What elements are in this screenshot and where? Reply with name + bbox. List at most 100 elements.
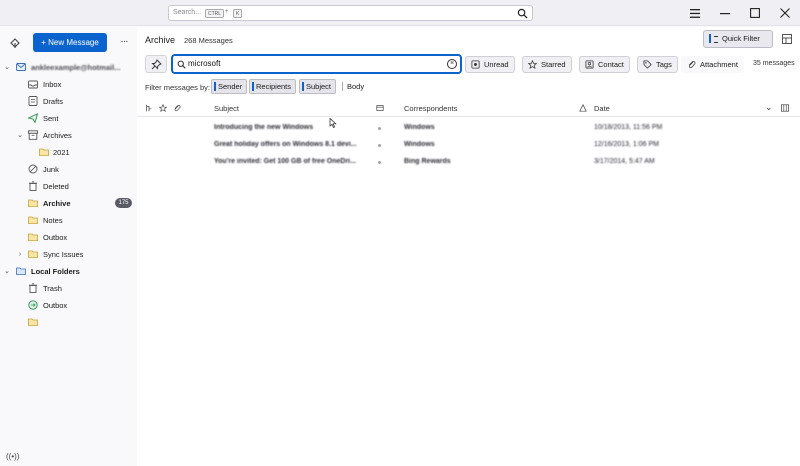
sort-chevron-down-icon[interactable]: ⌄ xyxy=(765,102,773,113)
message-row[interactable]: You're invited: Get 100 GB of free OneDr… xyxy=(137,154,800,171)
global-search-input[interactable]: Search... CTRL + K xyxy=(168,5,533,21)
unread-count-badge: 175 xyxy=(115,198,132,208)
folder-title: Archive xyxy=(145,35,176,45)
archives-icon xyxy=(28,130,38,140)
folder-notes[interactable]: Notes xyxy=(0,212,137,228)
sender-chip[interactable]: Sender xyxy=(211,79,248,94)
folder-icon xyxy=(28,318,38,326)
quick-filter-button[interactable]: Quick Filter xyxy=(703,30,773,48)
list-layout-icon[interactable] xyxy=(782,34,792,44)
mouse-cursor-icon xyxy=(329,118,337,128)
message-correspondent: Bing Rewards xyxy=(404,158,451,165)
read-status-dot[interactable] xyxy=(378,161,381,164)
unread-toggle[interactable]: Unread xyxy=(465,56,515,73)
folder-label: Deleted xyxy=(43,181,69,191)
tags-label: Tags xyxy=(656,60,672,69)
inbox-icon xyxy=(28,80,38,89)
close-icon[interactable] xyxy=(770,0,800,26)
chevron-down-icon[interactable]: ⌄ xyxy=(16,131,24,139)
folder-drafts[interactable]: Drafts xyxy=(0,93,137,109)
title-bar: Search... CTRL + K xyxy=(0,0,800,26)
star-icon xyxy=(528,60,537,69)
folder-label: Outbox xyxy=(43,300,68,310)
folder-icon xyxy=(28,233,38,241)
folder-archive[interactable]: Archive 175 xyxy=(0,195,137,211)
search-icon[interactable] xyxy=(517,8,528,19)
chevron-right-icon[interactable]: › xyxy=(16,251,24,258)
message-count: 268 Messages xyxy=(184,36,233,45)
pin-icon xyxy=(151,59,162,70)
recipients-chip[interactable]: Recipients xyxy=(249,79,297,94)
subject-chip[interactable]: Subject xyxy=(299,79,337,94)
local-folder-trash[interactable]: Trash xyxy=(0,280,137,296)
column-picker-icon[interactable] xyxy=(781,104,789,112)
account-row[interactable]: ⌄ ankleexample@hotmail... xyxy=(0,59,137,75)
drafts-icon xyxy=(28,96,38,106)
local-folder-outbox[interactable]: Outbox xyxy=(0,297,137,313)
folder-deleted[interactable]: Deleted xyxy=(0,178,137,194)
filter-by-label: Filter messages by: xyxy=(145,83,211,92)
local-folders-row[interactable]: ⌄ Local Folders xyxy=(0,263,137,279)
message-row[interactable]: Great holiday offers on Windows 8.1 devi… xyxy=(137,137,800,154)
search-icon xyxy=(177,60,186,69)
maximize-icon[interactable] xyxy=(740,0,770,26)
star-column-icon[interactable] xyxy=(159,104,167,112)
folder-outbox[interactable]: Outbox xyxy=(0,229,137,245)
folder-icon xyxy=(28,199,38,207)
read-status-dot[interactable] xyxy=(378,144,381,147)
folder-icon xyxy=(39,148,49,156)
attachment-label: Attachment xyxy=(700,60,738,69)
pin-filter-button[interactable] xyxy=(145,55,167,73)
message-row[interactable]: Introducing the new Windows Windows 10/1… xyxy=(137,120,800,137)
body-chip[interactable]: Body xyxy=(340,79,370,94)
outbox-icon xyxy=(28,300,38,310)
folder-label: Trash xyxy=(43,283,62,293)
starred-toggle[interactable]: Starred xyxy=(522,56,572,73)
folder-label: Sent xyxy=(43,113,59,123)
folder-icon xyxy=(28,250,38,258)
folder-label: Inbox xyxy=(43,79,62,89)
spaces-toolbar-icon[interactable] xyxy=(9,37,21,49)
quick-filter-bar: microsoft × Unread Starred Contact Tags … xyxy=(137,53,800,79)
read-status-column-icon[interactable] xyxy=(376,104,384,112)
folder-label: 2021 xyxy=(53,147,70,157)
date-column-header[interactable]: Date xyxy=(594,104,610,113)
message-correspondent: Windows xyxy=(404,141,435,148)
local-folder-unnamed[interactable] xyxy=(0,314,137,330)
correspondents-column-header[interactable]: Correspondents xyxy=(404,104,457,113)
clear-icon[interactable]: × xyxy=(447,59,457,69)
attachment-toggle[interactable]: Attachment xyxy=(681,56,744,73)
message-list-pane: Archive 268 Messages Quick Filter micros… xyxy=(137,27,800,466)
folder-icon xyxy=(28,216,38,224)
account-name: ankleexample@hotmail... xyxy=(31,62,121,72)
quick-filter-input[interactable]: microsoft × xyxy=(171,54,462,74)
minimize-icon[interactable] xyxy=(710,0,740,26)
starred-label: Starred xyxy=(541,60,566,69)
message-date: 12/16/2013, 1:06 PM xyxy=(594,141,659,148)
folder-2021[interactable]: 2021 xyxy=(0,144,137,160)
chevron-down-icon[interactable]: ⌄ xyxy=(3,267,11,275)
contact-toggle[interactable]: Contact xyxy=(579,56,630,73)
message-list-header: Subject Correspondents Date ⌄ xyxy=(137,99,800,117)
thread-column-icon[interactable] xyxy=(145,104,153,112)
quick-filter-value: microsoft xyxy=(188,59,221,68)
subject-column-header[interactable]: Subject xyxy=(214,104,239,113)
folder-label: Junk xyxy=(43,164,59,174)
message-subject: Introducing the new Windows xyxy=(214,124,314,131)
folder-label: Sync Issues xyxy=(43,249,84,259)
folder-junk[interactable]: Junk xyxy=(0,161,137,177)
chevron-down-icon[interactable]: ⌄ xyxy=(3,63,11,71)
more-options-button[interactable]: ··· xyxy=(118,36,130,48)
read-status-dot[interactable] xyxy=(378,127,381,130)
folder-sync-issues[interactable]: › Sync Issues xyxy=(0,246,137,262)
folder-archives[interactable]: ⌄ Archives xyxy=(0,127,137,143)
attachment-column-icon[interactable] xyxy=(173,104,181,112)
new-message-button[interactable]: + New Message xyxy=(33,33,107,52)
message-date: 10/18/2013, 11:56 PM xyxy=(594,124,663,131)
hamburger-icon[interactable] xyxy=(680,0,710,26)
folder-inbox[interactable]: Inbox xyxy=(0,76,137,92)
tags-toggle[interactable]: Tags xyxy=(637,56,678,73)
folder-sent[interactable]: Sent xyxy=(0,110,137,126)
junk-status-column-icon[interactable] xyxy=(579,104,587,112)
activity-icon[interactable]: ((•)) xyxy=(6,452,19,462)
